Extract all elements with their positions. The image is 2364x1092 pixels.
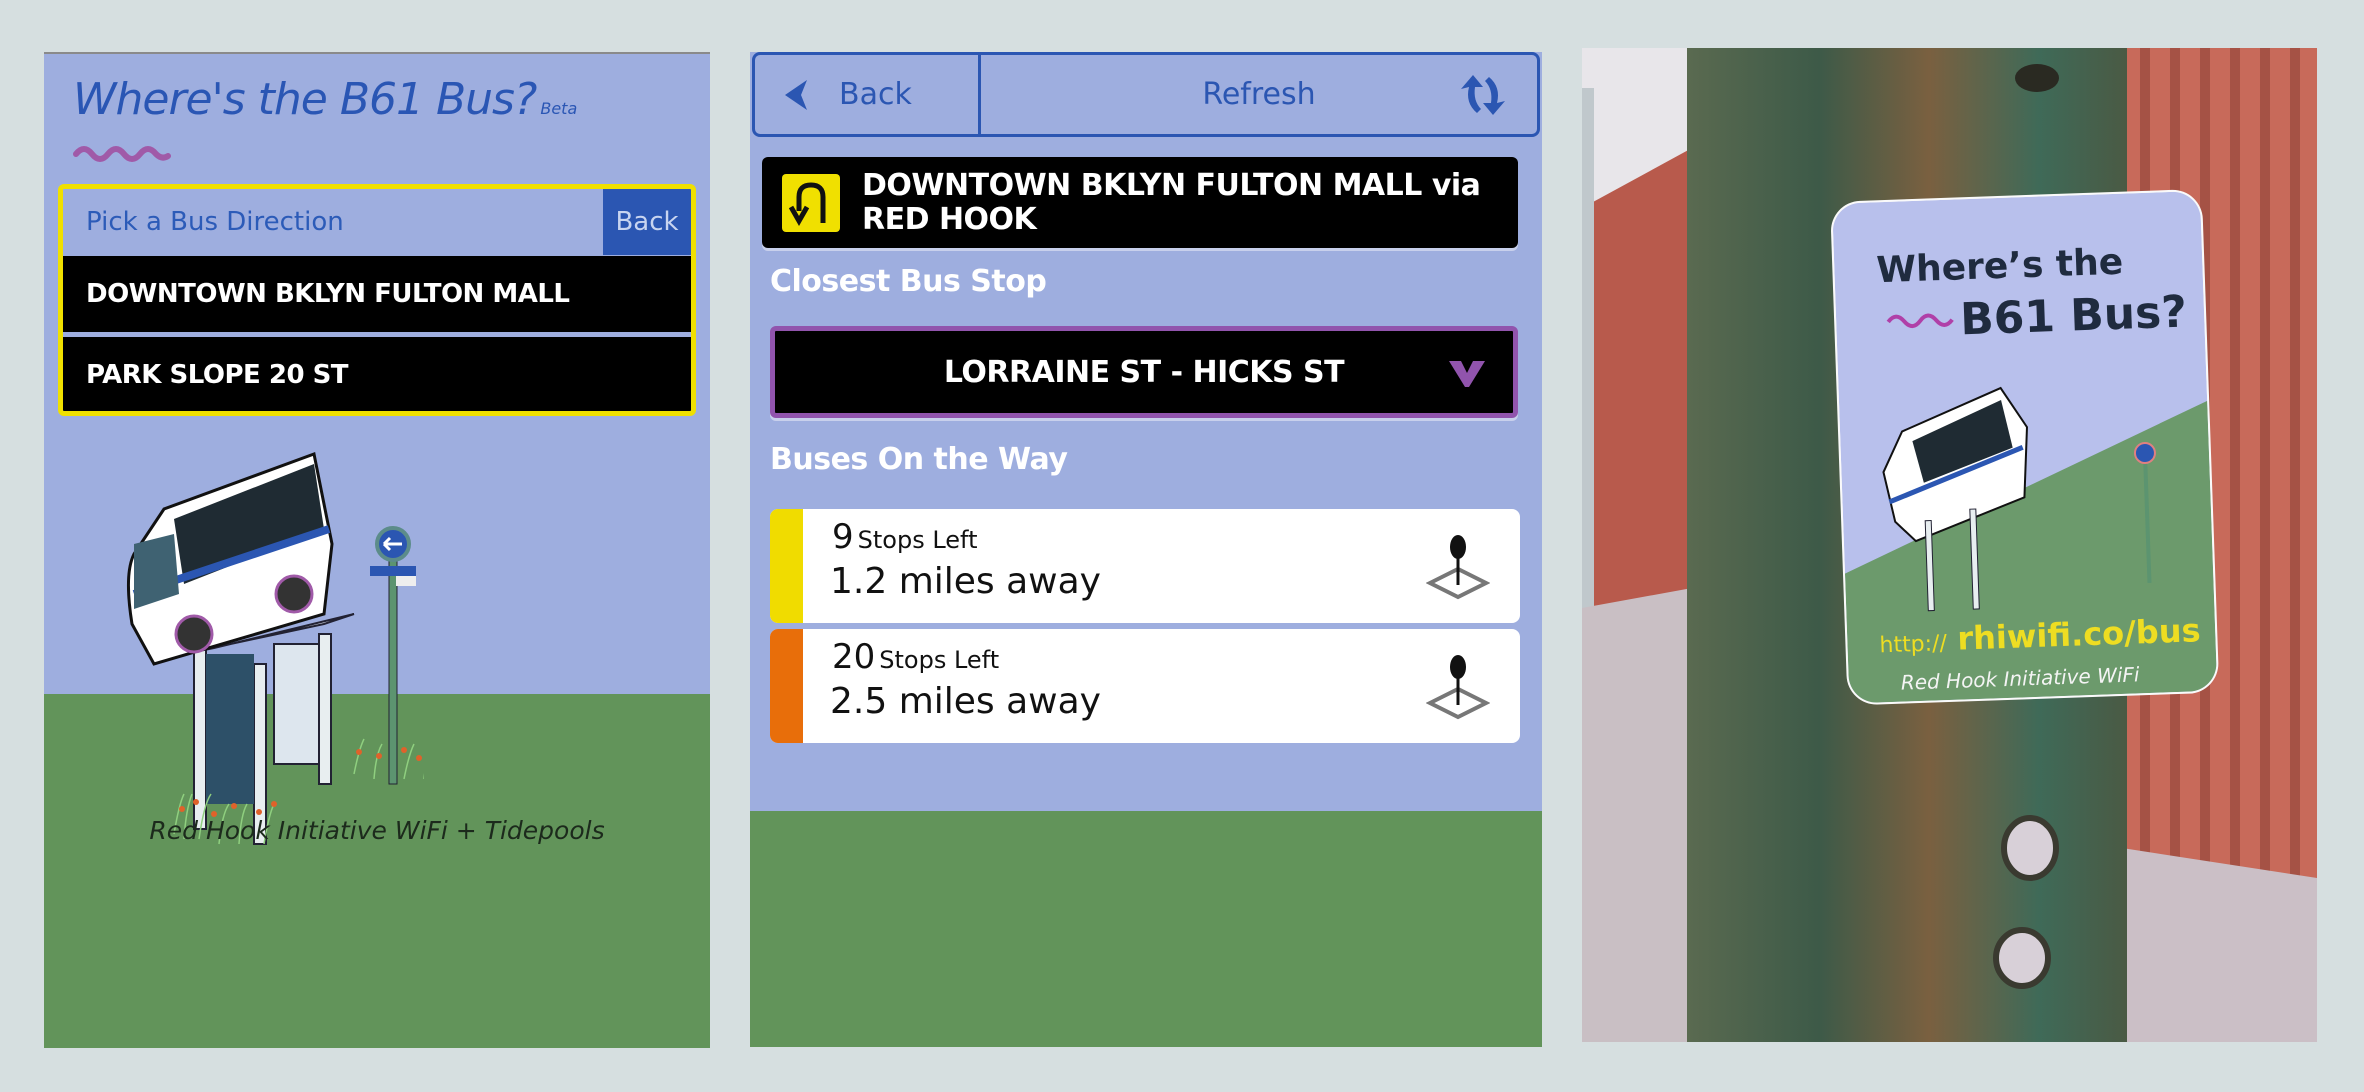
bus-color-strip — [770, 509, 803, 623]
map-pin-icon[interactable] — [1426, 651, 1490, 721]
stops-left-count: 9 — [832, 517, 854, 557]
map-pin-icon[interactable] — [1426, 531, 1490, 601]
bus-stop-placard — [396, 576, 416, 586]
bus-color-strip — [770, 629, 803, 743]
b61-sticker: Where’s the B61 Bus? http:// rhiwifi.co/… — [1831, 189, 2219, 705]
app-title-text: Where's the B61 Bus? — [73, 74, 537, 125]
arrivals-screen: Back Refresh DOWNTOWN BKLYN FULTON MALL … — [750, 52, 1542, 1047]
direction-picker: Pick a Bus Direction Back DOWNTOWN BKLYN… — [58, 184, 696, 416]
back-button[interactable]: Back — [755, 55, 981, 134]
direction-option-label: DOWNTOWN BKLYN FULTON MALL — [86, 279, 570, 309]
photo-scene: Where’s the B61 Bus? http:// rhiwifi.co/… — [1582, 48, 2317, 1042]
bus-stop-selected: LORRAINE ST - HICKS ST — [943, 354, 1345, 390]
squiggle-icon — [73, 146, 171, 162]
bus-stop-pole — [388, 553, 398, 785]
direction-screen: Where's the B61 Bus? Beta Pick a Bus Dire… — [44, 52, 710, 1048]
left-fence — [1582, 148, 1692, 668]
back-button[interactable]: Back — [603, 189, 691, 255]
buses-on-way-heading: Buses On the Way — [770, 442, 1068, 477]
ground-background — [750, 811, 1542, 1047]
bus-wheel — [174, 614, 214, 654]
sticker-photo: Where’s the B61 Bus? http:// rhiwifi.co/… — [1582, 48, 2317, 1042]
bus-arrival-card[interactable]: 9 Stops Left 1.2 miles away — [770, 509, 1520, 623]
fence-pole — [1582, 88, 1594, 688]
stops-left-label: Stops Left — [879, 646, 1000, 674]
refresh-label: Refresh — [1202, 77, 1316, 112]
back-label: Back — [839, 77, 912, 112]
shelter-map — [273, 643, 325, 765]
direction-picker-heading: Pick a Bus Direction — [86, 207, 344, 237]
route-label: DOWNTOWN BKLYN FULTON MALL via RED HOOK — [862, 167, 1481, 237]
direction-option-label: PARK SLOPE 20 ST — [86, 360, 349, 390]
direction-option-park-slope[interactable]: PARK SLOPE 20 ST — [63, 337, 691, 411]
bus-stop-placard — [370, 566, 416, 576]
sticker-url-prefix: http:// — [1879, 631, 1948, 658]
credits-footer: Red Hook Initiative WiFi + Tidepools — [149, 816, 605, 845]
toolbar: Back Refresh — [752, 52, 1540, 137]
route-banner: DOWNTOWN BKLYN FULTON MALL via RED HOOK — [762, 157, 1518, 248]
sticker-title-line2: B61 Bus? — [1959, 286, 2187, 345]
shelter-panel — [206, 654, 254, 804]
stops-left: 20 Stops Left — [832, 637, 999, 677]
shelter-post — [318, 633, 332, 785]
pole-hole — [2015, 64, 2059, 92]
stops-left-label: Stops Left — [857, 526, 978, 554]
bus-arrival-card[interactable]: 20 Stops Left 2.5 miles away — [770, 629, 1520, 743]
bus-wheel — [274, 574, 314, 614]
sticker-title-line1: Where’s the — [1876, 242, 2124, 292]
closest-stop-heading: Closest Bus Stop — [770, 264, 1047, 299]
chevron-down-icon — [1449, 361, 1485, 387]
refresh-icon — [1461, 75, 1505, 115]
direction-picker-header: Pick a Bus Direction Back — [63, 189, 691, 255]
pole-hole — [1993, 927, 2051, 989]
beta-badge: Beta — [540, 99, 578, 118]
sidewalk-right — [2122, 848, 2317, 1042]
bus-stop-dropdown[interactable]: LORRAINE ST - HICKS ST — [770, 326, 1518, 418]
refresh-button[interactable]: Refresh — [981, 55, 1537, 134]
bus-illustration — [126, 451, 424, 845]
bus-distance: 1.2 miles away — [830, 561, 1101, 602]
pole-hole — [2001, 815, 2059, 881]
sidewalk-left — [1582, 588, 1692, 1042]
bus-distance: 2.5 miles away — [830, 681, 1101, 722]
chevron-left-icon — [785, 79, 807, 110]
u-turn-icon — [782, 173, 840, 232]
direction-option-downtown[interactable]: DOWNTOWN BKLYN FULTON MALL — [63, 256, 691, 332]
app-title: Where's the B61 Bus? Beta — [73, 74, 577, 125]
stops-left-count: 20 — [832, 637, 876, 677]
stops-left: 9 Stops Left — [832, 517, 978, 557]
